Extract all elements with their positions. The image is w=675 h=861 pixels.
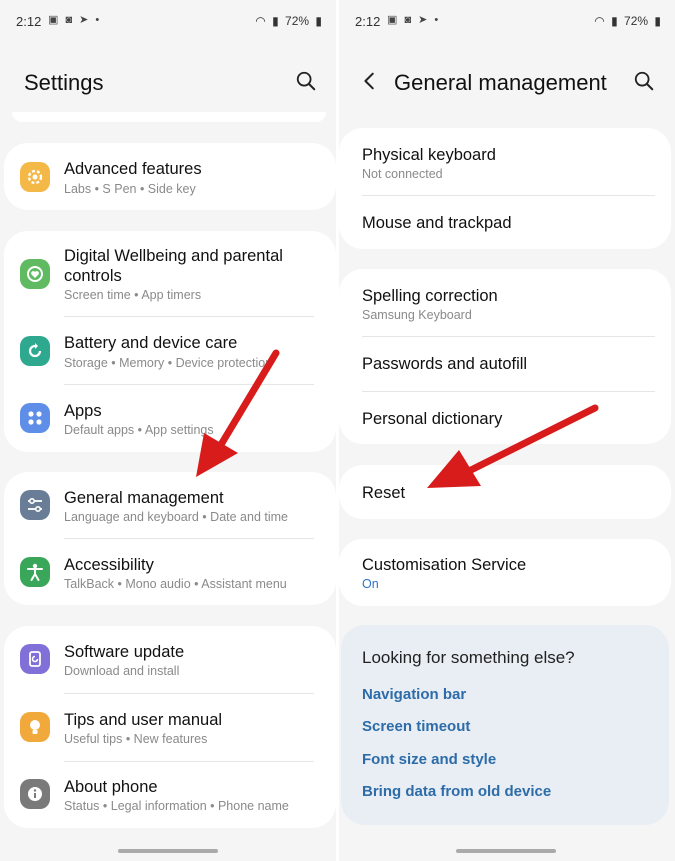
battery-icon: ▮	[315, 14, 322, 28]
battery-icon: ▮	[654, 14, 661, 28]
item-subtitle: Language and keyboard • Date and time	[64, 510, 288, 524]
status-bar: 2:12 ▣ ◙ ➤ • ◠ ▮ 72% ▮	[0, 10, 336, 34]
item-subtitle: Status • Legal information • Phone name	[64, 799, 289, 813]
customisation-group: Customisation Service On	[339, 539, 671, 606]
settings-group-device: Digital Wellbeing and parental controls …	[4, 231, 336, 452]
item-subtitle: TalkBack • Mono audio • Assistant menu	[64, 577, 287, 591]
item-title: Mouse and trackpad	[362, 214, 512, 232]
back-arrow-icon[interactable]	[359, 70, 381, 92]
text-group: Spelling correction Samsung Keyboard Pas…	[339, 269, 671, 444]
signal-icon: ▮	[611, 14, 618, 28]
item-subtitle: Labs • S Pen • Side key	[64, 182, 196, 196]
home-indicator[interactable]	[118, 849, 218, 853]
item-subtitle: Samsung Keyboard	[362, 308, 472, 322]
item-personal-dictionary[interactable]: Personal dictionary	[339, 392, 671, 444]
item-title: Physical keyboard	[362, 146, 496, 164]
settings-group-advanced: Advanced features Labs • S Pen • Side ke…	[4, 143, 336, 210]
search-icon[interactable]	[633, 70, 655, 92]
notification-icons: ▣ ◙ ➤ •	[48, 14, 102, 26]
reset-group: Reset	[339, 465, 671, 519]
item-title: Customisation Service	[362, 556, 527, 574]
wifi-icon: ◠	[255, 14, 266, 28]
item-subtitle: Default apps • App settings	[64, 423, 214, 437]
settings-group-general: General management Language and keyboard…	[4, 472, 336, 605]
suggestions-title: Looking for something else?	[362, 648, 575, 667]
item-customisation-service[interactable]: Customisation Service On	[339, 539, 671, 606]
item-title: Passwords and autofill	[362, 355, 528, 373]
item-title: Apps	[64, 402, 102, 420]
person-icon	[20, 557, 50, 587]
item-subtitle: Not connected	[362, 167, 443, 181]
settings-screen: 2:12 ▣ ◙ ➤ • ◠ ▮ 72% ▮ Settings Advanced…	[0, 0, 336, 861]
home-indicator[interactable]	[456, 849, 556, 853]
item-passwords-autofill[interactable]: Passwords and autofill	[339, 337, 671, 392]
battery-level: 72%	[285, 14, 310, 28]
star-gear-icon	[20, 162, 50, 192]
settings-item-tips-user-manual[interactable]: Tips and user manual Useful tips • New f…	[4, 694, 336, 762]
item-title: About phone	[64, 778, 158, 796]
settings-item-software-update[interactable]: Software update Download and install	[4, 626, 336, 694]
sliders-icon	[20, 490, 50, 520]
settings-item-general-management[interactable]: General management Language and keyboard…	[4, 472, 336, 539]
settings-item-advanced-features[interactable]: Advanced features Labs • S Pen • Side ke…	[4, 143, 336, 210]
item-physical-keyboard[interactable]: Physical keyboard Not connected	[339, 128, 671, 196]
item-title: Tips and user manual	[64, 711, 223, 729]
settings-item-digital-wellbeing[interactable]: Digital Wellbeing and parental controls …	[4, 231, 336, 317]
general-management-screen: 2:12 ▣ ◙ ➤ • ◠ ▮ 72% ▮ General managemen…	[339, 0, 675, 861]
link-font-size-style[interactable]: Font size and style	[362, 751, 496, 768]
item-subtitle: Storage • Memory • Device protection	[64, 356, 273, 370]
item-title: Spelling correction	[362, 287, 498, 305]
settings-item-accessibility[interactable]: Accessibility TalkBack • Mono audio • As…	[4, 539, 336, 605]
signal-icon: ▮	[272, 14, 279, 28]
item-mouse-trackpad[interactable]: Mouse and trackpad	[339, 196, 671, 249]
item-subtitle: Screen time • App timers	[64, 288, 202, 302]
customisation-status: On	[362, 577, 379, 591]
settings-item-about-phone[interactable]: About phone Status • Legal information •…	[4, 762, 336, 828]
item-title: Advanced features	[64, 160, 202, 178]
page-title: General management	[394, 70, 607, 95]
input-group: Physical keyboard Not connected Mouse an…	[339, 128, 671, 249]
item-title: General management	[64, 489, 224, 507]
settings-item-apps[interactable]: Apps Default apps • App settings	[4, 385, 336, 452]
status-time: 2:12	[16, 14, 42, 29]
item-title: Accessibility	[64, 556, 154, 574]
item-title: Digital Wellbeing and parental controls	[64, 247, 283, 285]
battery-level: 72%	[624, 14, 649, 28]
status-time: 2:12	[355, 14, 381, 29]
item-spelling-correction[interactable]: Spelling correction Samsung Keyboard	[339, 269, 671, 337]
item-title: Reset	[362, 484, 406, 502]
page-title: Settings	[24, 70, 104, 95]
refresh-care-icon	[20, 336, 50, 366]
item-title: Battery and device care	[64, 334, 238, 352]
settings-item-battery-device-care[interactable]: Battery and device care Storage • Memory…	[4, 317, 336, 385]
link-bring-data[interactable]: Bring data from old device	[362, 783, 551, 800]
item-subtitle: Download and install	[64, 664, 180, 678]
info-icon	[20, 779, 50, 809]
notification-icons: ▣ ◙ ➤ •	[387, 14, 441, 26]
settings-group-about: Software update Download and install Tip…	[4, 626, 336, 828]
link-screen-timeout[interactable]: Screen timeout	[362, 718, 470, 735]
update-icon	[20, 644, 50, 674]
item-subtitle: Useful tips • New features	[64, 732, 208, 746]
suggestions-card: Looking for something else? Navigation b…	[341, 625, 669, 825]
search-icon[interactable]	[295, 70, 317, 92]
bulb-icon	[20, 712, 50, 742]
item-title: Personal dictionary	[362, 410, 503, 428]
item-title: Software update	[64, 643, 185, 661]
scrolled-card-edge	[12, 112, 326, 122]
apps-grid-icon	[20, 403, 50, 433]
wifi-icon: ◠	[594, 14, 605, 28]
item-reset[interactable]: Reset	[339, 465, 671, 519]
link-navigation-bar[interactable]: Navigation bar	[362, 686, 466, 703]
heart-circle-icon	[20, 259, 50, 289]
status-bar: 2:12 ▣ ◙ ➤ • ◠ ▮ 72% ▮	[339, 10, 675, 34]
